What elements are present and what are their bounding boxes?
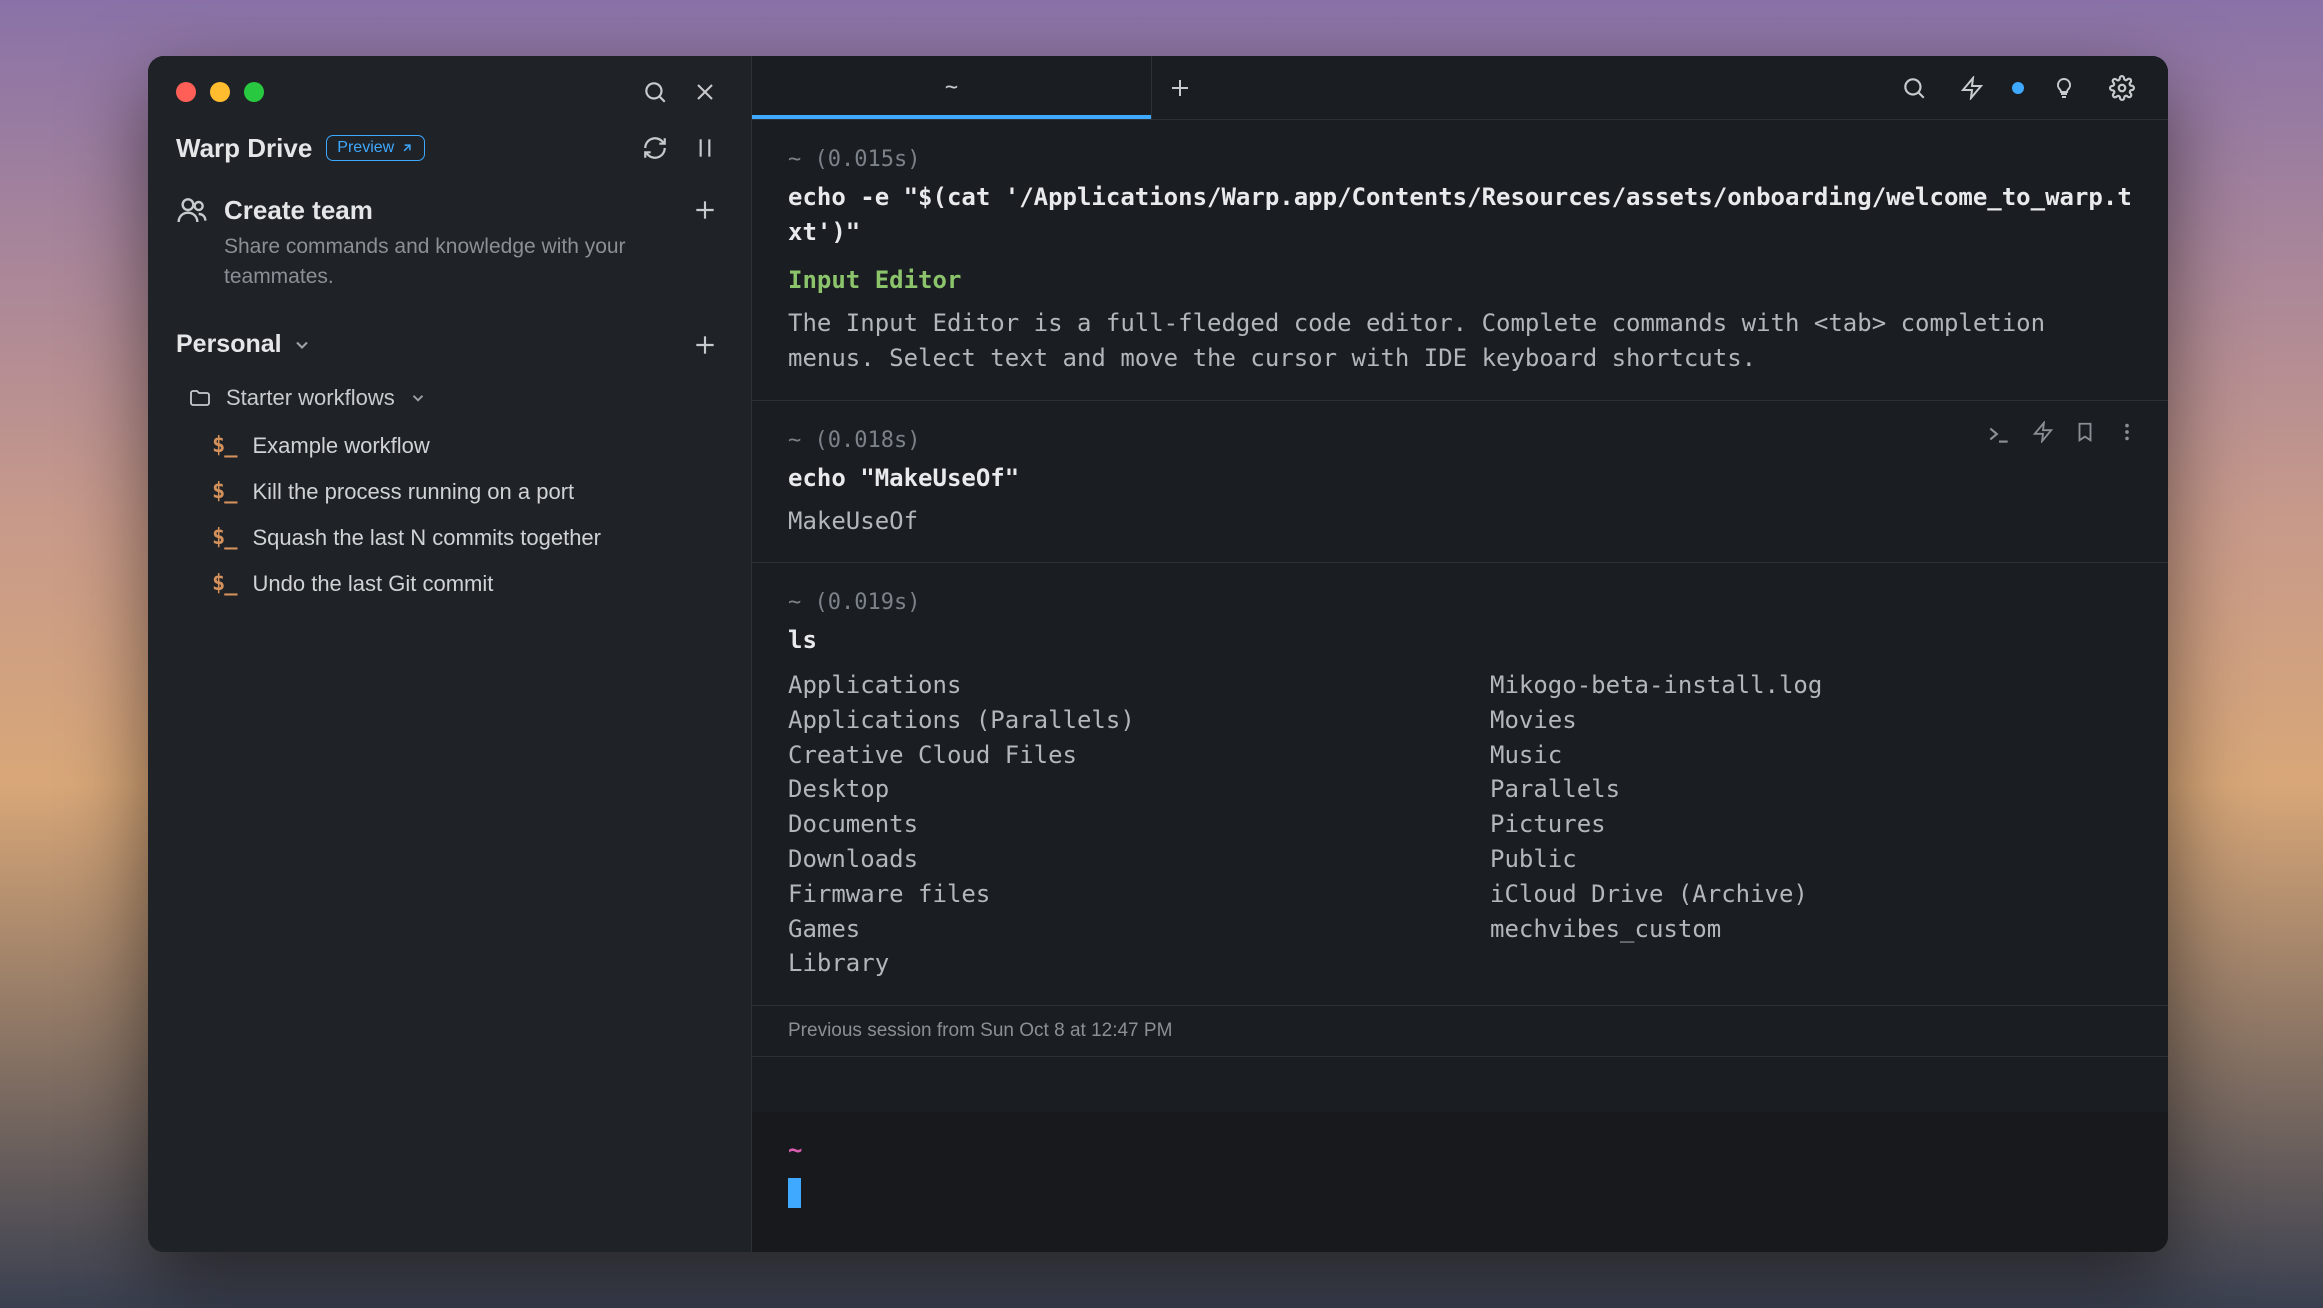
ls-output: ApplicationsApplications (Parallels)Crea… (788, 668, 2132, 981)
ls-entry: mechvibes_custom (1490, 912, 2132, 947)
warp-drive-title: Warp Drive (176, 133, 312, 164)
people-icon (176, 194, 208, 226)
workflow-label: Example workflow (253, 433, 430, 459)
close-window[interactable] (176, 82, 196, 102)
ls-entry: Parallels (1490, 772, 2132, 807)
ls-entry: Library (788, 946, 1430, 981)
ls-entry: Mikogo-beta-install.log (1490, 668, 2132, 703)
prompt-icon: $_ (212, 433, 237, 458)
tab-home[interactable]: ~ (752, 56, 1152, 119)
starter-workflows-folder[interactable]: Starter workflows (148, 373, 751, 423)
block-meta: ~ (0.015s) (788, 144, 2132, 176)
folder-icon (188, 386, 212, 410)
command-block[interactable]: ~ (0.015s) echo -e "$(cat '/Applications… (752, 120, 2168, 401)
session-banner: Previous session from Sun Oct 8 at 12:47… (752, 1006, 2168, 1057)
command-input-area[interactable]: ~ (752, 1112, 2168, 1252)
personal-label: Personal (176, 330, 282, 359)
bolt-icon[interactable] (2032, 421, 2054, 447)
ls-entry: Games (788, 912, 1430, 947)
app-window: Warp Drive Preview Create team Share com… (148, 56, 2168, 1252)
folder-label: Starter workflows (226, 385, 395, 411)
block-output: The Input Editor is a full-fledged code … (788, 306, 2132, 376)
bulb-icon[interactable] (2046, 70, 2082, 106)
ls-entry: Music (1490, 738, 2132, 773)
cursor (788, 1178, 801, 1208)
command-block[interactable]: ~ (0.019s) ls ApplicationsApplications (… (752, 563, 2168, 1006)
block-actions (1986, 421, 2138, 447)
maximize-window[interactable] (244, 82, 264, 102)
block-output: MakeUseOf (788, 504, 2132, 539)
preview-badge-label: Preview (337, 139, 394, 157)
command-block[interactable]: ~ (0.018s) echo "MakeUseOf" MakeUseOf (752, 401, 2168, 563)
new-tab-button[interactable] (1152, 56, 1208, 119)
ls-entry: Pictures (1490, 807, 2132, 842)
gear-icon[interactable] (2104, 70, 2140, 106)
ls-entry: Applications (788, 668, 1430, 703)
workflow-item[interactable]: $_ Squash the last N commits together (148, 515, 751, 561)
ls-entry: Firmware files (788, 877, 1430, 912)
preview-badge[interactable]: Preview (326, 135, 425, 161)
workflow-item[interactable]: $_ Example workflow (148, 423, 751, 469)
ls-entry: Creative Cloud Files (788, 738, 1430, 773)
prompt-icon: $_ (212, 479, 237, 504)
block-output-heading: Input Editor (788, 263, 2132, 298)
personal-section[interactable]: Personal (148, 317, 751, 373)
more-icon[interactable] (2116, 421, 2138, 447)
add-team-icon[interactable] (687, 192, 723, 228)
search-icon[interactable] (637, 74, 673, 110)
add-personal-icon[interactable] (687, 327, 723, 363)
window-controls (148, 56, 751, 120)
command-search-icon[interactable] (1896, 70, 1932, 106)
input-icon[interactable] (1986, 421, 2012, 447)
ls-entry: Desktop (788, 772, 1430, 807)
tab-bar: ~ (752, 56, 2168, 120)
create-team-label: Create team (224, 195, 671, 226)
workflow-item[interactable]: $_ Kill the process running on a port (148, 469, 751, 515)
refresh-icon[interactable] (637, 130, 673, 166)
workflow-label: Undo the last Git commit (253, 571, 494, 597)
chevron-down-icon (292, 335, 312, 355)
terminal-output: ~ (0.015s) echo -e "$(cat '/Applications… (752, 120, 2168, 1112)
ls-entry: Public (1490, 842, 2132, 877)
workflow-label: Kill the process running on a port (253, 479, 575, 505)
status-indicator (2012, 82, 2024, 94)
ls-entry: iCloud Drive (Archive) (1490, 877, 2132, 912)
ls-entry: Downloads (788, 842, 1430, 877)
ls-entry: Movies (1490, 703, 2132, 738)
tab-label: ~ (945, 75, 958, 100)
prompt-icon: $_ (212, 571, 237, 596)
create-team-description: Share commands and knowledge with your t… (148, 232, 751, 317)
create-team-button[interactable]: Create team (148, 180, 751, 232)
input-prompt: ~ (788, 1136, 2132, 1164)
ls-entry: Applications (Parallels) (788, 703, 1430, 738)
block-command: echo "MakeUseOf" (788, 461, 2132, 496)
toolbar (1896, 56, 2168, 119)
warp-drive-header: Warp Drive Preview (148, 120, 751, 180)
workflow-item[interactable]: $_ Undo the last Git commit (148, 561, 751, 607)
chevron-down-icon (409, 389, 427, 407)
sort-icon[interactable] (687, 130, 723, 166)
workflow-label: Squash the last N commits together (253, 525, 602, 551)
minimize-window[interactable] (210, 82, 230, 102)
bookmark-icon[interactable] (2074, 421, 2096, 447)
block-command: echo -e "$(cat '/Applications/Warp.app/C… (788, 180, 2132, 250)
ls-entry: Documents (788, 807, 1430, 842)
prompt-icon: $_ (212, 525, 237, 550)
bolt-icon[interactable] (1954, 70, 1990, 106)
close-panel-icon[interactable] (687, 74, 723, 110)
block-meta: ~ (0.019s) (788, 587, 2132, 619)
block-command: ls (788, 623, 2132, 658)
block-meta: ~ (0.018s) (788, 425, 2132, 457)
terminal-pane: ~ (752, 56, 2168, 1252)
sidebar: Warp Drive Preview Create team Share com… (148, 56, 752, 1252)
